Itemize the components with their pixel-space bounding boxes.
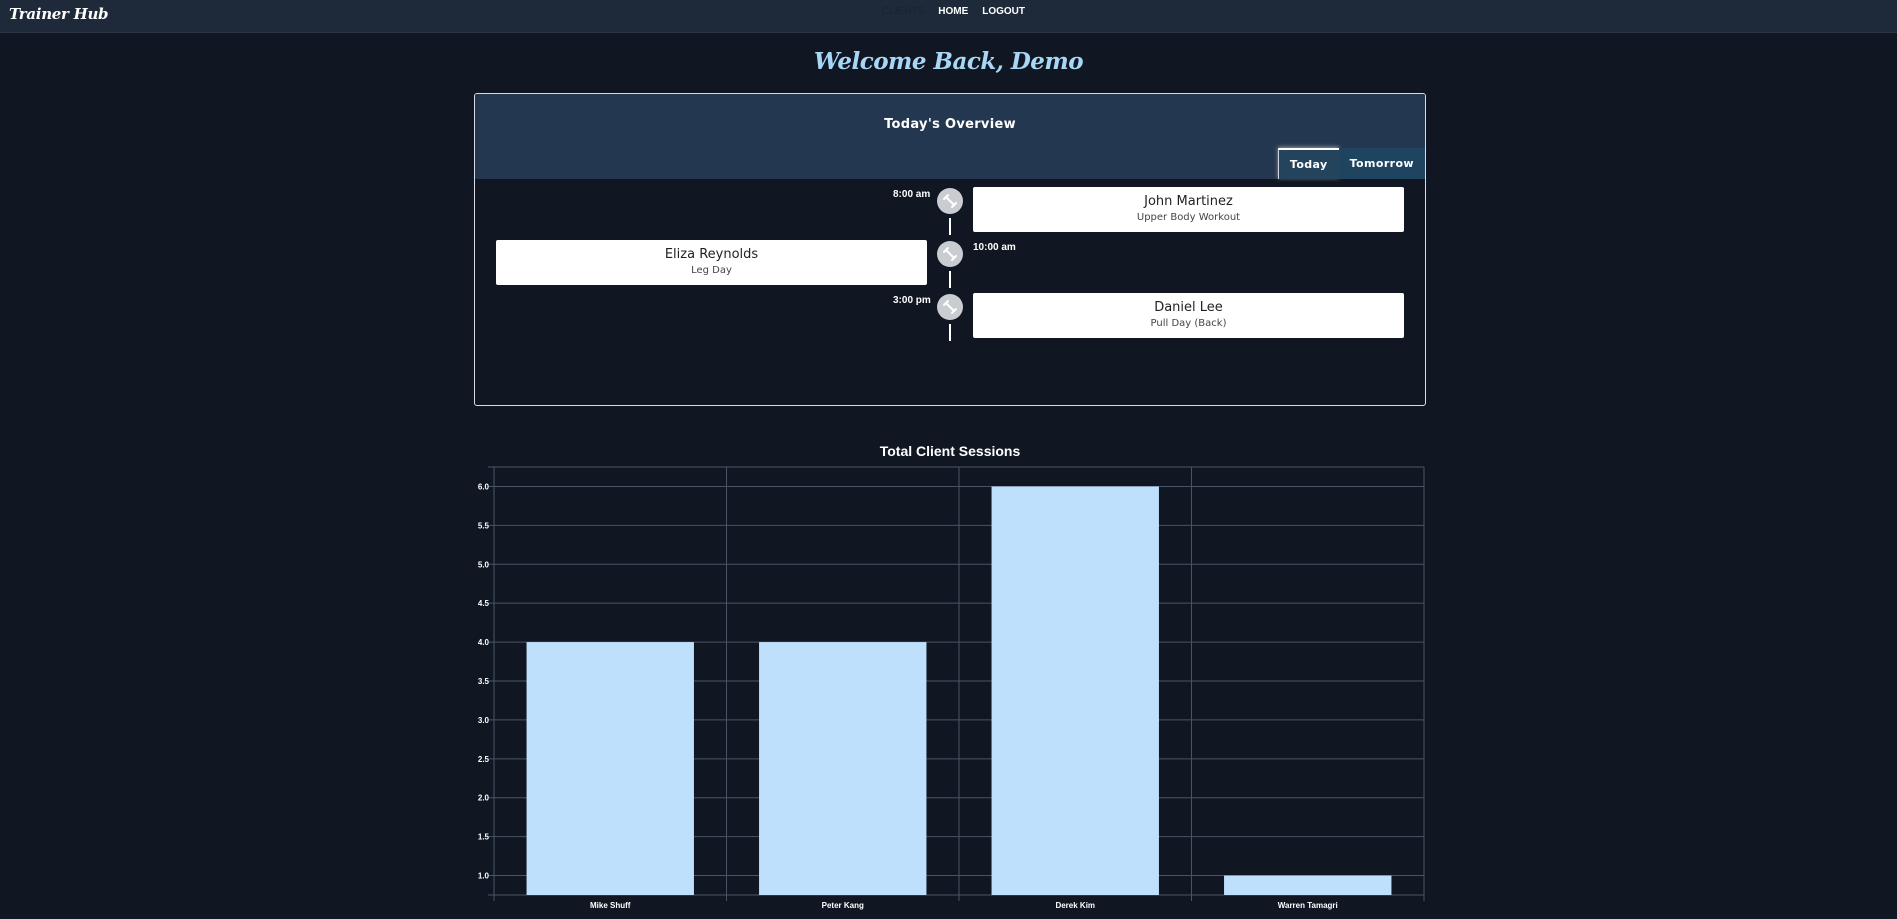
session-card[interactable]: Eliza Reynolds Leg Day — [496, 240, 927, 285]
session-time: 3:00 pm — [893, 295, 931, 306]
session-workout: Pull Day (Back) — [1150, 318, 1227, 329]
tab-today[interactable]: Today — [1277, 148, 1339, 179]
session-card[interactable]: John Martinez Upper Body Workout — [973, 187, 1404, 232]
dumbbell-icon — [937, 294, 963, 320]
tab-tomorrow[interactable]: Tomorrow — [1338, 148, 1425, 179]
session-client-name: Eliza Reynolds — [664, 247, 759, 262]
client-sessions-chart: 1.0 1.5 2.0 2.5 3.0 3.5 4.0 4.5 5.0 5.5 6.0 Mike Sh… — [478, 466, 1425, 910]
welcome-heading: Welcome Back, Demo — [813, 48, 1084, 75]
y-tick-label: 1.0 — [478, 872, 490, 881]
overview-card: Today's Overview Today Tomorrow 8:00 am … — [474, 93, 1426, 406]
timeline-connector — [949, 271, 951, 288]
day-tabs: Today Tomorrow — [1277, 148, 1425, 179]
x-tick-label: Peter Kang — [822, 901, 864, 910]
y-tick-label: 6.0 — [478, 482, 490, 491]
x-tick-label: Warren Tamagri — [1278, 901, 1338, 910]
timeline-connector — [949, 324, 951, 341]
bar — [759, 642, 927, 895]
nav-clients-link[interactable]: CLIENTS — [882, 6, 924, 17]
bar — [1224, 875, 1392, 895]
nav-links: CLIENTS HOME LOGOUT — [882, 6, 1025, 17]
session-workout: Upper Body Workout — [1136, 212, 1241, 223]
y-tick-label: 3.5 — [478, 677, 490, 686]
y-tick-label: 2.5 — [478, 755, 490, 764]
bar — [991, 486, 1159, 895]
overview-header: Today's Overview Today Tomorrow — [475, 94, 1425, 179]
y-tick-label: 5.5 — [478, 521, 490, 530]
session-client-name: John Martinez — [1144, 194, 1233, 209]
session-workout: Leg Day — [691, 265, 732, 276]
y-tick-label: 4.5 — [478, 599, 490, 608]
y-tick-label: 3.0 — [478, 716, 490, 725]
session-time: 8:00 am — [893, 189, 931, 200]
x-tick-label: Derek Kim — [1055, 901, 1095, 910]
nav-logout-link[interactable]: LOGOUT — [982, 6, 1025, 17]
overview-title: Today's Overview — [884, 117, 1016, 132]
timeline-connector — [949, 218, 951, 235]
dumbbell-icon — [937, 241, 963, 267]
session-card[interactable]: Daniel Lee Pull Day (Back) — [973, 293, 1404, 338]
session-client-name: Daniel Lee — [1154, 300, 1223, 315]
y-tick-label: 5.0 — [478, 560, 490, 569]
x-tick-label: Mike Shuff — [590, 901, 631, 910]
y-tick-label: 1.5 — [478, 833, 490, 842]
y-tick-label: 4.0 — [478, 638, 490, 647]
dumbbell-icon — [937, 188, 963, 214]
chart-title: Total Client Sessions — [879, 443, 1021, 459]
brand-logo[interactable]: Trainer Hub — [9, 5, 109, 23]
nav-home-link[interactable]: HOME — [938, 6, 968, 17]
session-time: 10:00 am — [973, 242, 1016, 253]
bar — [526, 642, 694, 895]
y-tick-label: 2.0 — [478, 794, 490, 803]
top-navbar: Trainer Hub CLIENTS HOME LOGOUT — [0, 0, 1897, 33]
